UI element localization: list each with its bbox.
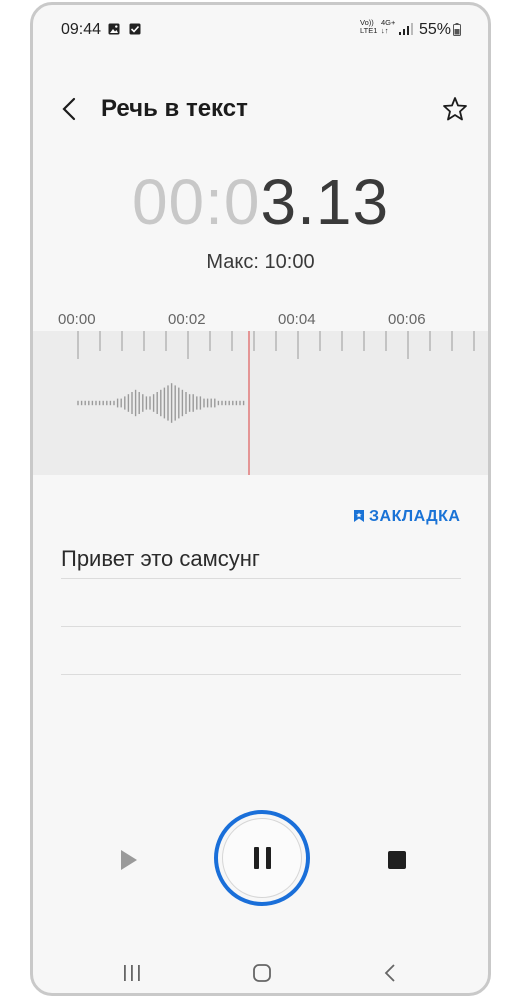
timer-elapsed-dim: 00:0 (131, 166, 261, 238)
bookmark-icon (354, 510, 364, 522)
timeline-labels: 00:00 00:02 00:04 00:06 (33, 307, 488, 331)
waveform-area[interactable] (33, 331, 488, 475)
battery-icon (453, 23, 461, 36)
signal-strength-icon (399, 23, 413, 35)
app-header: Речь в текст (33, 85, 488, 135)
pause-icon (254, 847, 259, 869)
pause-button[interactable] (222, 818, 302, 898)
timeline-tick-label: 00:02 (168, 311, 206, 328)
timeline-tick-label: 00:04 (278, 311, 316, 328)
bookmark-button[interactable]: ЗАКЛАДКА (353, 508, 460, 526)
timer-elapsed-active: 3.13 (260, 166, 390, 238)
status-bar: 09:44 Vo)) LTE1 4G+ ↓↑ 55% (33, 5, 488, 57)
timeline-tick-label: 00:00 (58, 311, 96, 328)
recent-apps-icon[interactable] (123, 963, 141, 983)
recording-timer: 00:03.13 (33, 165, 488, 239)
play-icon[interactable] (119, 849, 139, 871)
max-duration-label: Макс: 10:00 (206, 251, 315, 273)
home-icon[interactable] (252, 963, 272, 983)
bookmark-label: ЗАКЛАДКА (369, 508, 461, 525)
page-title: Речь в текст (101, 95, 248, 122)
pause-icon (266, 847, 271, 869)
gallery-notification-icon (108, 23, 120, 35)
transcript-divider (61, 626, 461, 627)
system-nav-bar (33, 953, 488, 993)
transcript-divider (61, 674, 461, 675)
nav-back-icon[interactable] (383, 963, 397, 983)
network-type-indicator: 4G+ ↓↑ (381, 18, 396, 35)
battery-percent: 55% (419, 21, 452, 38)
playback-controls (33, 805, 488, 915)
transcript-text[interactable]: Привет это самсунг (61, 546, 260, 572)
volte-indicator: Vo)) LTE1 (360, 18, 378, 35)
transcript-divider (61, 578, 461, 579)
stop-icon[interactable] (388, 851, 406, 869)
waveform (77, 331, 475, 475)
chevron-left-icon[interactable] (61, 97, 77, 121)
star-outline-icon[interactable] (441, 95, 469, 123)
status-time: 09:44 (61, 21, 102, 38)
timeline-tick-label: 00:06 (388, 311, 426, 328)
phone-frame: 09:44 Vo)) LTE1 4G+ ↓↑ 55% Речь в текст … (30, 2, 491, 996)
checkbox-notification-icon (129, 23, 141, 35)
